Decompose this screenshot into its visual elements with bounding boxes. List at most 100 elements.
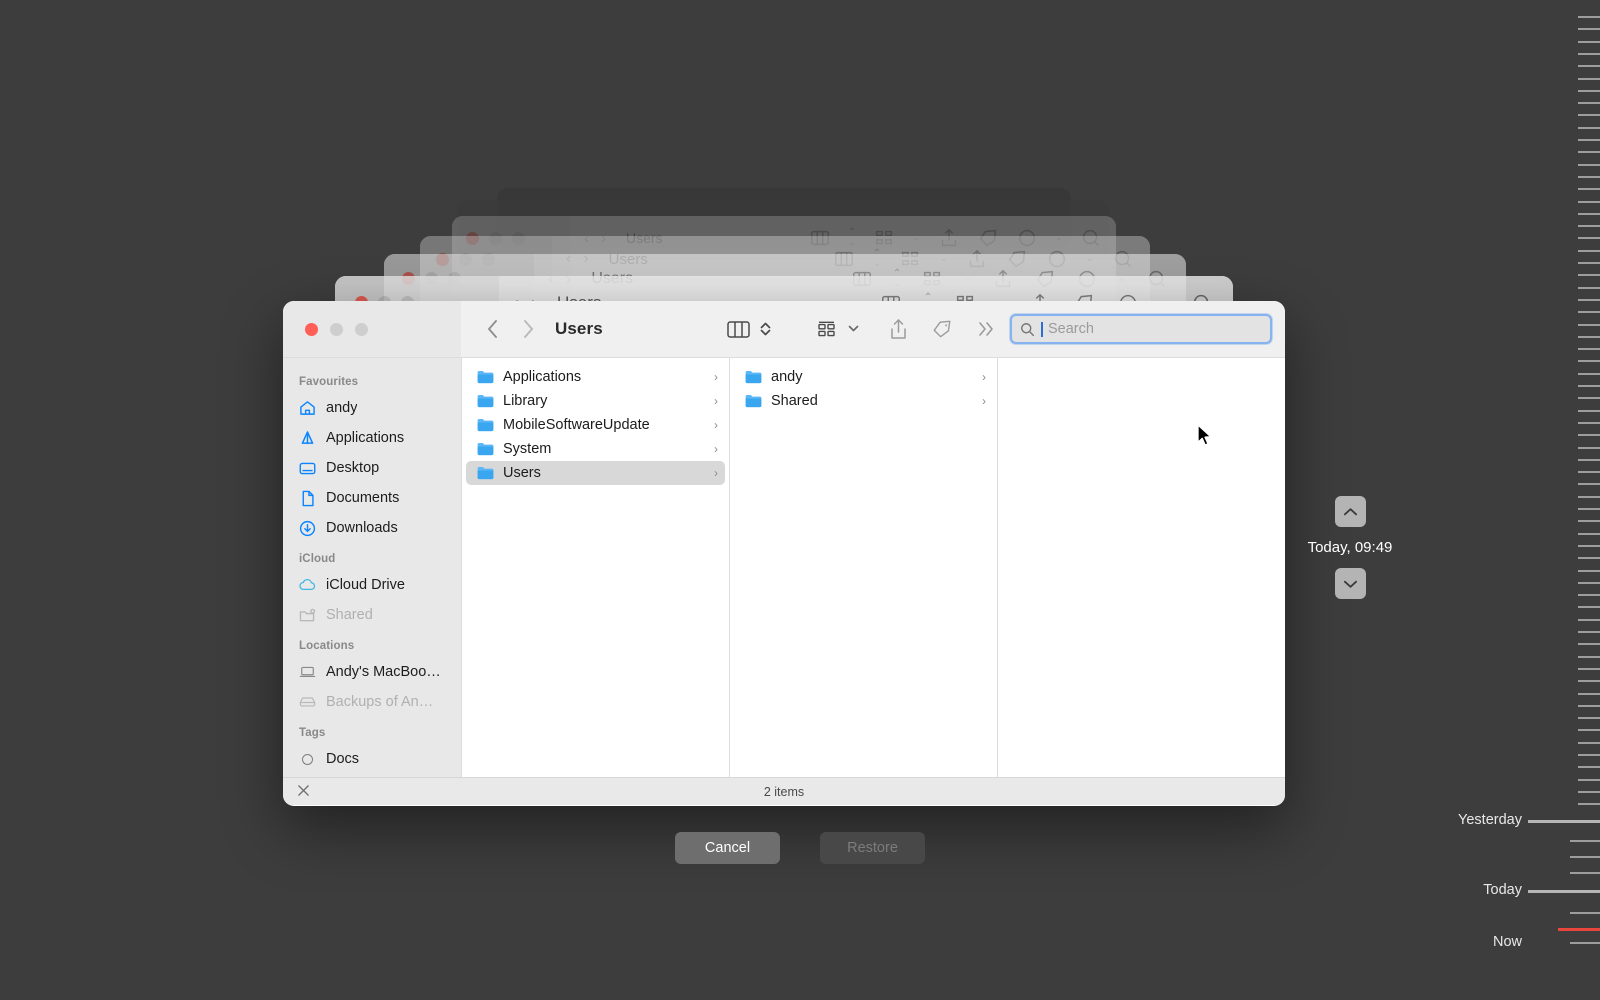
timeline-tick[interactable] (1578, 201, 1600, 203)
timeline-tick[interactable] (1578, 496, 1600, 498)
finder-column-two[interactable]: andy › Shared › (729, 358, 997, 777)
timeline-tick[interactable] (1578, 176, 1600, 178)
back-button[interactable] (481, 316, 503, 342)
timeline-tick[interactable] (1578, 459, 1600, 461)
timeline-tick[interactable] (1578, 594, 1600, 596)
list-item[interactable]: andy › (734, 365, 993, 389)
list-item[interactable]: Applications › (466, 365, 725, 389)
timeline-tick[interactable] (1578, 606, 1600, 608)
maximize-button[interactable] (355, 323, 368, 336)
restore-button[interactable]: Restore (820, 832, 925, 864)
timeline-tick[interactable] (1578, 336, 1600, 338)
timeline-tick[interactable] (1578, 225, 1600, 227)
timeline-tick[interactable] (1578, 693, 1600, 695)
timeline-tick[interactable] (1570, 942, 1600, 944)
timeline-tick[interactable] (1578, 53, 1600, 55)
timeline-tick[interactable] (1528, 820, 1600, 823)
timeline-tick[interactable] (1578, 766, 1600, 768)
timeline-tick[interactable] (1578, 348, 1600, 350)
timeline-tick[interactable] (1578, 471, 1600, 473)
timeline-tick[interactable] (1578, 287, 1600, 289)
list-item[interactable]: Library › (466, 389, 725, 413)
timeline-tick[interactable] (1578, 78, 1600, 80)
timeline-tick[interactable] (1578, 397, 1600, 399)
timeline-tick[interactable] (1578, 754, 1600, 756)
timeline-now-marker[interactable] (1558, 928, 1600, 931)
search-input[interactable]: Search (1010, 314, 1272, 344)
timeline-tick[interactable] (1578, 360, 1600, 362)
timeline-tick[interactable] (1578, 803, 1600, 805)
timeline-tick[interactable] (1578, 114, 1600, 116)
minimize-button[interactable] (330, 323, 343, 336)
timeline-tick[interactable] (1578, 422, 1600, 424)
tag-icon[interactable] (927, 316, 957, 342)
group-chevron-down-icon[interactable] (848, 324, 859, 335)
chevron-up-icon[interactable] (1335, 496, 1366, 527)
timeline-tick[interactable] (1578, 250, 1600, 252)
timeline-tick[interactable] (1528, 890, 1600, 893)
timeline-tick[interactable] (1578, 41, 1600, 43)
sidebar-item-macbook[interactable]: Andy's MacBoo… (283, 657, 461, 687)
timeline-tick[interactable] (1578, 139, 1600, 141)
timeline-tick[interactable] (1578, 324, 1600, 326)
list-item[interactable]: Shared › (734, 389, 993, 413)
timeline-tick[interactable] (1578, 164, 1600, 166)
share-icon[interactable] (883, 316, 913, 342)
forward-button[interactable] (517, 316, 539, 342)
timeline-tick[interactable] (1578, 631, 1600, 633)
timeline-tick[interactable] (1578, 668, 1600, 670)
list-item[interactable]: System › (466, 437, 725, 461)
view-stepper-icon[interactable] (760, 322, 771, 336)
timeline-tick[interactable] (1578, 570, 1600, 572)
window-traffic-lights[interactable] (305, 323, 368, 336)
sidebar-item-backups[interactable]: Backups of An… (283, 687, 461, 717)
timeline-tick[interactable] (1578, 213, 1600, 215)
group-by-icon[interactable] (811, 316, 841, 342)
timeline-tick[interactable] (1578, 717, 1600, 719)
chevron-down-icon[interactable] (1335, 568, 1366, 599)
timeline-tick[interactable] (1578, 262, 1600, 264)
list-item[interactable]: MobileSoftwareUpdate › (466, 413, 725, 437)
timeline-tick[interactable] (1578, 434, 1600, 436)
timeline-tick[interactable] (1578, 483, 1600, 485)
sidebar-item-documents[interactable]: Documents (283, 483, 461, 513)
timeline-tick[interactable] (1578, 16, 1600, 18)
timeline-tick[interactable] (1578, 274, 1600, 276)
sidebar-item-tag-docs[interactable]: Docs (283, 744, 461, 774)
timeline-tick[interactable] (1578, 557, 1600, 559)
timeline-tick[interactable] (1578, 742, 1600, 744)
timeline-tick[interactable] (1578, 237, 1600, 239)
timeline-tick[interactable] (1578, 151, 1600, 153)
timeline-tick[interactable] (1578, 533, 1600, 535)
timeline-tick[interactable] (1578, 127, 1600, 129)
timeline-tick[interactable] (1570, 912, 1600, 914)
timeline-tick[interactable] (1578, 619, 1600, 621)
timemachine-timeline[interactable]: Yesterday Today Now (1460, 0, 1600, 1000)
timeline-tick[interactable] (1578, 28, 1600, 30)
sidebar-item-shared[interactable]: Shared (283, 600, 461, 630)
timeline-tick[interactable] (1578, 520, 1600, 522)
timeline-tick[interactable] (1578, 299, 1600, 301)
timeline-tick[interactable] (1570, 856, 1600, 858)
timeline-tick[interactable] (1578, 102, 1600, 104)
finder-sidebar[interactable]: Favourites andy Applications (283, 358, 461, 777)
finder-column-one[interactable]: Applications › Library › MobileSoftwareU… (461, 358, 729, 777)
timeline-tick[interactable] (1578, 447, 1600, 449)
close-x-icon[interactable] (297, 784, 310, 800)
timeline-tick[interactable] (1578, 385, 1600, 387)
timeline-tick[interactable] (1578, 705, 1600, 707)
timeline-tick[interactable] (1578, 779, 1600, 781)
finder-column-three[interactable] (997, 358, 1285, 777)
timeline-tick[interactable] (1578, 311, 1600, 313)
timeline-tick[interactable] (1578, 680, 1600, 682)
timeline-tick[interactable] (1578, 188, 1600, 190)
sidebar-item-applications[interactable]: Applications (283, 423, 461, 453)
chevron-double-right-icon[interactable] (971, 316, 1001, 342)
sidebar-item-icloud-drive[interactable]: iCloud Drive (283, 570, 461, 600)
timeline-tick[interactable] (1578, 656, 1600, 658)
timeline-tick[interactable] (1578, 373, 1600, 375)
timeline-tick[interactable] (1578, 65, 1600, 67)
timeline-tick[interactable] (1578, 410, 1600, 412)
column-view-icon[interactable] (723, 316, 753, 342)
sidebar-item-downloads[interactable]: Downloads (283, 513, 461, 543)
